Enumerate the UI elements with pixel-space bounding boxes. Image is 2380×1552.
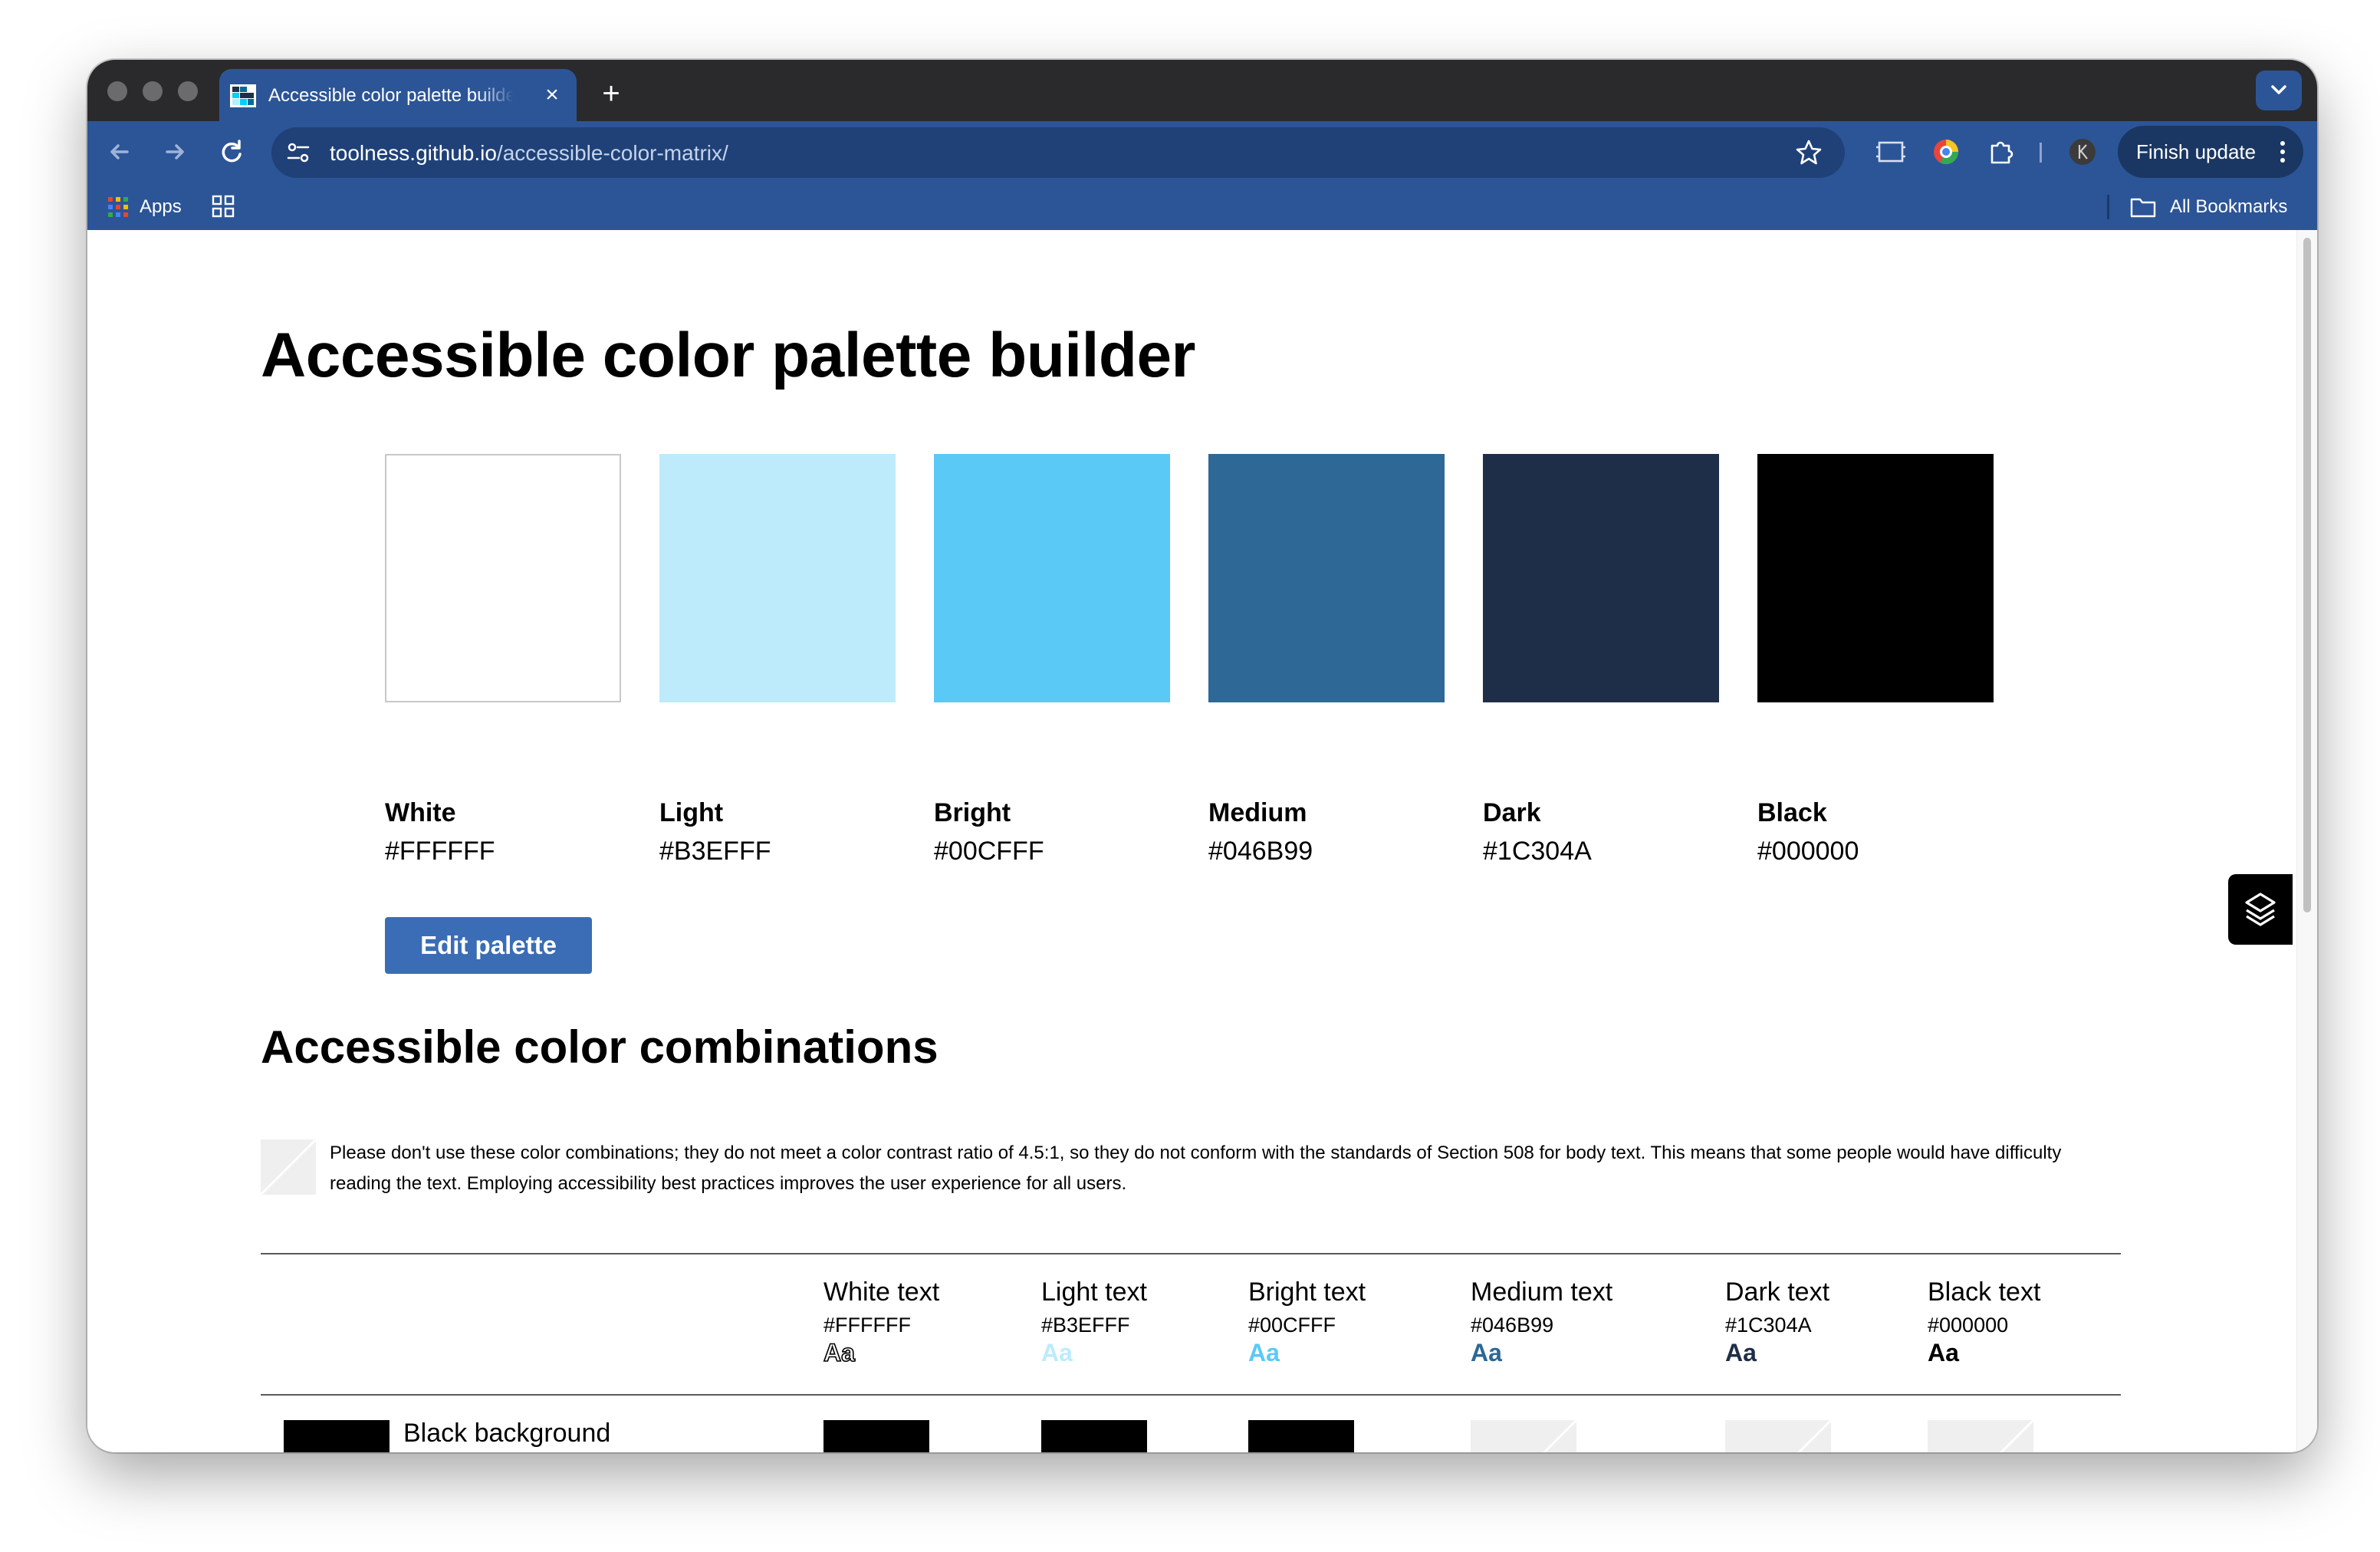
column-sample-text: Aa bbox=[1928, 1339, 1959, 1366]
stacked-diamonds-icon bbox=[2245, 893, 2276, 926]
column-header-label: White text bbox=[823, 1277, 940, 1307]
tab-title: Accessible color palette builder bbox=[268, 85, 514, 106]
swatch-black bbox=[1757, 454, 1994, 702]
site-settings-icon[interactable] bbox=[285, 140, 311, 166]
column-header-hex: #046B99 bbox=[1471, 1314, 1554, 1337]
profile-avatar-icon[interactable] bbox=[2066, 135, 2099, 169]
finish-update-label: Finish update bbox=[2136, 140, 2257, 163]
extensions-puzzle-icon[interactable] bbox=[1984, 135, 2018, 169]
column-sample-text: Aa bbox=[1471, 1339, 1502, 1366]
reload-icon[interactable] bbox=[210, 130, 253, 173]
bookmark-star-icon[interactable] bbox=[1794, 138, 1823, 167]
column-header-label: Dark text bbox=[1725, 1277, 1830, 1307]
column-sample-text: Aa bbox=[1725, 1339, 1757, 1366]
swatch-light bbox=[659, 454, 896, 702]
column-header-hex: #FFFFFF bbox=[823, 1314, 911, 1337]
more-vertical-icon bbox=[2280, 141, 2285, 163]
browser-toolbar: toolness.github.io/accessible-color-matr… bbox=[87, 121, 2317, 182]
swatch-bright bbox=[934, 454, 1170, 702]
apps-grid-icon[interactable] bbox=[107, 196, 129, 218]
back-arrow-icon[interactable] bbox=[98, 130, 141, 173]
swatch-dark bbox=[1483, 454, 1719, 702]
swatch-name: White bbox=[385, 798, 456, 827]
url-text: toolness.github.io/accessible-color-matr… bbox=[330, 138, 728, 169]
column-header-label: Medium text bbox=[1471, 1277, 1613, 1307]
swatch-hex: #1C304A bbox=[1483, 837, 1592, 866]
swatch-name: Dark bbox=[1483, 798, 1541, 827]
swatch-name: Medium bbox=[1208, 798, 1307, 827]
combinations-title: Accessible color combinations bbox=[261, 1021, 939, 1073]
swatch-medium bbox=[1208, 454, 1445, 702]
page-content: Accessible color palette builder White L… bbox=[87, 230, 2317, 1452]
row-swatch-black bbox=[284, 1420, 390, 1452]
chevron-down-icon bbox=[2271, 85, 2286, 94]
tab-strip: Accessible color palette builder × + bbox=[87, 60, 2317, 121]
close-window-button[interactable] bbox=[107, 81, 127, 101]
tab-groups-icon[interactable] bbox=[212, 195, 235, 218]
address-bar[interactable]: toolness.github.io/accessible-color-matr… bbox=[271, 127, 1845, 178]
swatch-hex: #000000 bbox=[1757, 837, 1859, 866]
combo-cell-black-light[interactable]: Aa bbox=[1041, 1420, 1147, 1452]
column-header-hex: #1C304A bbox=[1725, 1314, 1812, 1337]
tab-search-button[interactable] bbox=[2256, 71, 2302, 110]
extension-side-widget[interactable] bbox=[2228, 874, 2293, 945]
row-label: Black background bbox=[403, 1419, 611, 1448]
combo-cell-black-bright[interactable]: Aa bbox=[1248, 1420, 1354, 1452]
swatch-hex: #00CFFF bbox=[934, 837, 1044, 866]
swatch-name: Light bbox=[659, 798, 724, 827]
finish-update-button[interactable]: Finish update bbox=[2118, 126, 2303, 178]
folder-icon bbox=[2130, 198, 2156, 218]
combo-cell-black-dark-inaccessible bbox=[1725, 1420, 1831, 1452]
page-scrollbar[interactable] bbox=[2296, 230, 2317, 1452]
page-title: Accessible color palette builder bbox=[261, 321, 1195, 390]
bookmarks-divider bbox=[2107, 195, 2109, 219]
swatch-name: Black bbox=[1757, 798, 1827, 827]
column-sample-text: Aa bbox=[823, 1338, 856, 1367]
column-header-hex: #000000 bbox=[1928, 1314, 2009, 1337]
screenshot-icon[interactable] bbox=[1874, 135, 1908, 169]
accessibility-notice: Please don't use these color combination… bbox=[330, 1143, 2062, 1194]
browser-window: Accessible color palette builder × + too… bbox=[87, 60, 2317, 1452]
swatch-name: Bright bbox=[934, 798, 1011, 827]
new-tab-button[interactable]: + bbox=[592, 75, 630, 113]
column-header-label: Bright text bbox=[1248, 1277, 1366, 1307]
table-header-rule bbox=[261, 1394, 2121, 1396]
column-header-hex: #00CFFF bbox=[1248, 1314, 1336, 1337]
bookmarks-bar: Apps All Bookmarks bbox=[87, 182, 2317, 230]
all-bookmarks-link[interactable]: All Bookmarks bbox=[2170, 193, 2287, 221]
swatch-hex: #B3EFFF bbox=[659, 837, 771, 866]
inaccessible-combination-icon bbox=[261, 1139, 316, 1195]
toolbar-divider bbox=[2040, 143, 2042, 163]
minimize-window-button[interactable] bbox=[143, 81, 163, 101]
swatch-hex: #FFFFFF bbox=[385, 837, 495, 866]
site-favicon-icon bbox=[230, 84, 256, 107]
color-picker-extension-icon[interactable] bbox=[1929, 135, 1963, 169]
edit-palette-button[interactable]: Edit palette bbox=[385, 917, 592, 974]
url-path: /accessible-color-matrix/ bbox=[496, 141, 728, 165]
column-header-label: Black text bbox=[1928, 1277, 2041, 1307]
combo-cell-black-medium-inaccessible bbox=[1471, 1420, 1576, 1452]
combo-cell-black-white[interactable]: Aa bbox=[823, 1420, 929, 1452]
url-host: toolness.github.io bbox=[330, 141, 497, 165]
combo-cell-black-black-inaccessible bbox=[1928, 1420, 2033, 1452]
close-tab-icon[interactable]: × bbox=[538, 81, 566, 109]
zoom-window-button[interactable] bbox=[178, 81, 198, 101]
scroll-thumb[interactable] bbox=[2303, 238, 2311, 912]
column-header-hex: #B3EFFF bbox=[1041, 1314, 1130, 1337]
column-sample-text: Aa bbox=[1248, 1339, 1280, 1366]
forward-arrow-icon[interactable] bbox=[153, 130, 196, 173]
swatch-white bbox=[385, 454, 621, 702]
column-header-label: Light text bbox=[1041, 1277, 1147, 1307]
tab-accessible-color-palette[interactable]: Accessible color palette builder × bbox=[219, 69, 577, 121]
bookmark-apps[interactable]: Apps bbox=[140, 193, 182, 221]
table-top-rule bbox=[261, 1253, 2121, 1254]
swatch-hex: #046B99 bbox=[1208, 837, 1313, 866]
column-sample-text: Aa bbox=[1041, 1339, 1073, 1366]
